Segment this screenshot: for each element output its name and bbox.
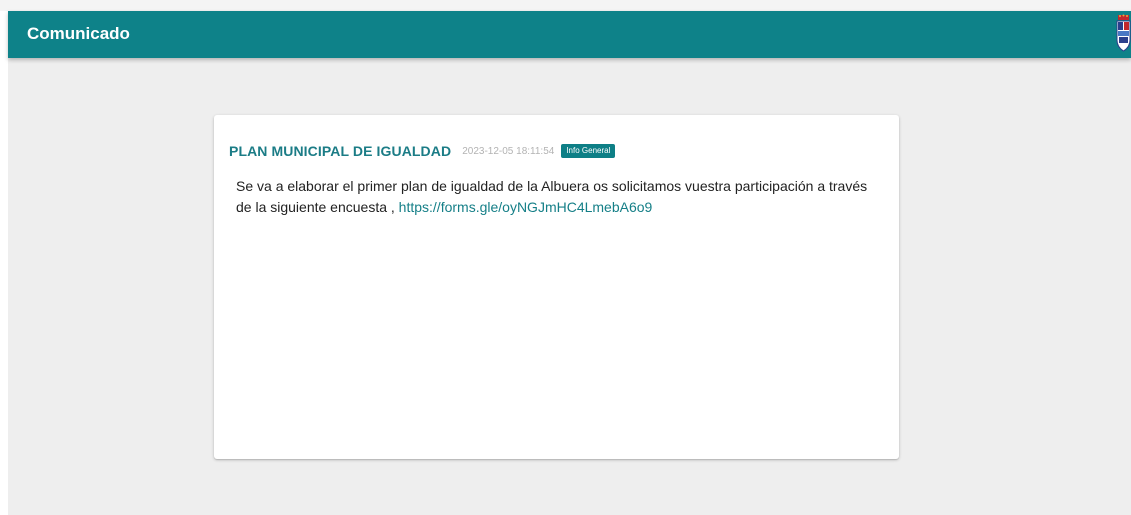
survey-link[interactable]: https://forms.gle/oyNGJmHC4LmebA6o9: [399, 199, 653, 215]
notice-header: PLAN MUNICIPAL DE IGUALDAD 2023-12-05 18…: [229, 142, 616, 160]
page: Comunicado PLAN MUNICIPAL DE IGUALDAD 20…: [0, 0, 1131, 515]
category-badge: Info General: [561, 144, 616, 158]
notice-card: PLAN MUNICIPAL DE IGUALDAD 2023-12-05 18…: [214, 115, 899, 459]
toolbar: Comunicado: [8, 11, 1131, 58]
toolbar-title: Comunicado: [27, 24, 130, 43]
notice-title: PLAN MUNICIPAL DE IGUALDAD: [229, 143, 452, 159]
top-strip: [0, 0, 1131, 11]
app-container: Comunicado PLAN MUNICIPAL DE IGUALDAD 20…: [8, 11, 1131, 515]
notice-date: 2023-12-05 18:11:54: [462, 145, 555, 157]
coat-of-arms-icon: [1116, 14, 1131, 52]
notice-body: Se va a elaborar el primer plan de igual…: [236, 176, 886, 218]
